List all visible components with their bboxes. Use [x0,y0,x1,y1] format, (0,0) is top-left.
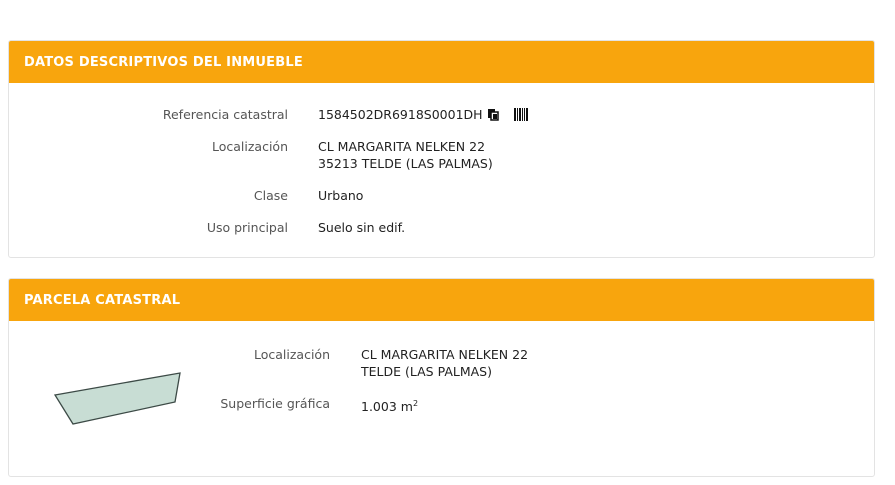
localizacion-line1: CL MARGARITA NELKEN 22 [318,139,486,154]
uso-principal-value: Suelo sin edif. [318,220,406,235]
panel-header: DATOS DESCRIPTIVOS DEL INMUEBLE [9,41,874,83]
parcela-localizacion-label: Localización [253,347,330,362]
panel-header: PARCELA CATASTRAL [9,279,874,321]
referencia-row: 1584502DR6918S0001DH [318,106,528,123]
clase-value: Urbano [318,188,364,203]
localizacion-label: Localización [211,139,288,154]
referencia-value: 1584502DR6918S0001DH [318,107,483,122]
clase-label: Clase [253,188,288,203]
superficie-value: 1.003 m2 [361,395,418,415]
parcela-localizacion-value: CL MARGARITA NELKEN 22 TELDE (LAS PALMAS… [361,346,528,380]
barcode-icon[interactable] [513,108,528,121]
parcela-catastral-panel: PARCELA CATASTRAL Localización CL MARGAR… [8,278,875,477]
superficie-exponent: 2 [412,399,419,408]
copy-icon[interactable] [487,108,499,121]
superficie-number: 1.003 m [361,399,413,414]
uso-principal-label: Uso principal [206,220,288,235]
localizacion-line2: 35213 TELDE (LAS PALMAS) [318,156,493,171]
parcela-localizacion-line1: CL MARGARITA NELKEN 22 [361,347,529,362]
datos-descriptivos-panel: DATOS DESCRIPTIVOS DEL INMUEBLE Referenc… [8,40,875,258]
parcela-localizacion-line2: TELDE (LAS PALMAS) [361,364,492,379]
superficie-label: Superficie gráfica [220,396,330,411]
localizacion-value: CL MARGARITA NELKEN 22 35213 TELDE (LAS … [318,138,493,172]
referencia-label: Referencia catastral [162,107,288,122]
